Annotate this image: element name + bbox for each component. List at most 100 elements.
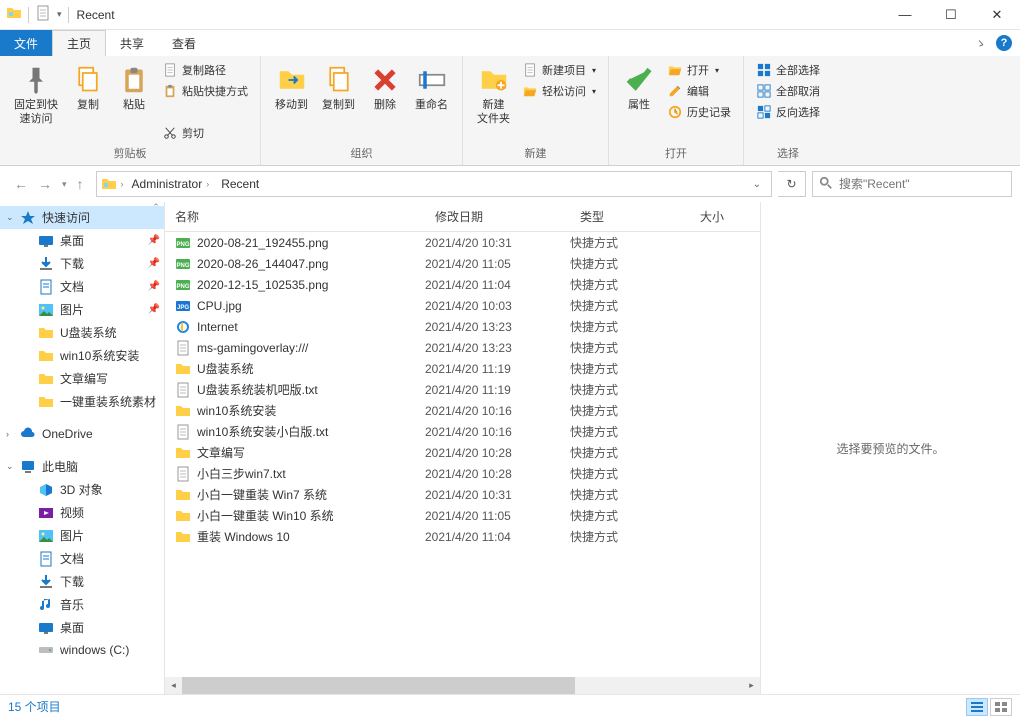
sidebar-item[interactable]: windows (C:) — [0, 639, 164, 661]
sidebar-item[interactable]: 桌面 — [0, 616, 164, 639]
open-button[interactable]: 打开▾ — [663, 60, 735, 80]
sidebar-this-pc[interactable]: ⌄ 此电脑 — [0, 455, 164, 478]
col-type[interactable]: 类型 — [570, 202, 690, 231]
sidebar-item[interactable]: 桌面📌 — [0, 229, 164, 252]
tab-share[interactable]: 共享 — [106, 30, 158, 56]
sidebar-item[interactable]: 文章编写 — [0, 367, 164, 390]
file-row[interactable]: 小白一键重装 Win7 系统2021/4/20 10:31快捷方式 — [165, 484, 760, 505]
file-row[interactable]: win10系统安装2021/4/20 10:16快捷方式 — [165, 400, 760, 421]
refresh-button[interactable]: ↻ — [778, 171, 806, 197]
folder-icon — [38, 371, 54, 387]
scroll-left-button[interactable]: ◂ — [165, 677, 182, 694]
delete-button[interactable]: 删除 — [363, 60, 407, 116]
file-row[interactable]: 文章编写2021/4/20 10:28快捷方式 — [165, 442, 760, 463]
paste-button[interactable]: 粘贴 — [112, 60, 156, 116]
edit-button[interactable]: 编辑 — [663, 81, 735, 101]
tab-view[interactable]: 查看 — [158, 30, 210, 56]
ribbon-tabs: 文件 主页 共享 查看 ゝ ? — [0, 30, 1020, 56]
col-date[interactable]: 修改日期 — [425, 202, 570, 231]
cut-button[interactable]: 剪切 — [158, 123, 252, 143]
select-none-button[interactable]: 全部取消 — [752, 81, 824, 101]
sidebar-item[interactable]: 下载 — [0, 570, 164, 593]
col-name[interactable]: 名称 — [165, 202, 425, 231]
invert-selection-button[interactable]: 反向选择 — [752, 102, 824, 122]
view-thumbnails-button[interactable] — [990, 698, 1012, 716]
sidebar-item[interactable]: 下载📌 — [0, 252, 164, 275]
addr-history-dropdown[interactable]: ⌄ — [747, 179, 767, 190]
copyto-button[interactable]: 复制到 — [316, 60, 361, 116]
minimize-button[interactable]: ― — [882, 0, 928, 30]
file-row[interactable]: 2020-08-26_144047.png2021/4/20 11:05快捷方式 — [165, 253, 760, 274]
sidebar-item[interactable]: 图片📌 — [0, 298, 164, 321]
sidebar-item[interactable]: 图片 — [0, 524, 164, 547]
help-icon[interactable]: ? — [996, 35, 1012, 51]
column-headers[interactable]: 名称 修改日期 类型 大小 — [165, 202, 760, 232]
sidebar-onedrive[interactable]: › OneDrive — [0, 423, 164, 445]
scroll-right-button[interactable]: ▸ — [743, 677, 760, 694]
file-row[interactable]: U盘装系统2021/4/20 11:19快捷方式 — [165, 358, 760, 379]
sidebar-item[interactable]: 一键重装系统素材 — [0, 390, 164, 413]
nav-up-button[interactable]: ↑ — [77, 176, 84, 192]
maximize-button[interactable]: ☐ — [928, 0, 974, 30]
file-row[interactable]: 小白一键重装 Win10 系统2021/4/20 11:05快捷方式 — [165, 505, 760, 526]
sidebar-item[interactable]: 音乐 — [0, 593, 164, 616]
breadcrumb-0[interactable]: Administrator› — [128, 177, 214, 191]
new-item-button[interactable]: 新建项目▾ — [518, 60, 600, 80]
rename-button[interactable]: 重命名 — [409, 60, 454, 116]
properties-button[interactable]: 属性 — [617, 60, 661, 116]
ribbon: 固定到快 速访问 复制 粘贴 复制路径 粘贴快捷方式 剪切 剪贴板 移动到 复制… — [0, 56, 1020, 166]
moveto-button[interactable]: 移动到 — [269, 60, 314, 116]
breadcrumb-1[interactable]: Recent — [217, 177, 263, 191]
view-details-button[interactable] — [966, 698, 988, 716]
nav-forward-button[interactable]: → — [38, 176, 52, 192]
ribbon-collapse-icon[interactable]: ゝ — [975, 35, 986, 51]
sidebar[interactable]: ⌃ ⌄ 快速访问 桌面📌下载📌文档📌图片📌 U盘装系统win10系统安装文章编写… — [0, 202, 165, 694]
tab-home[interactable]: 主页 — [52, 30, 106, 56]
file-row[interactable]: 小白三步win7.txt2021/4/20 10:28快捷方式 — [165, 463, 760, 484]
scroll-thumb[interactable] — [182, 677, 575, 694]
sidebar-item[interactable]: 文档📌 — [0, 275, 164, 298]
qat-doc-icon[interactable] — [35, 5, 51, 24]
file-row[interactable]: Internet2021/4/20 13:23快捷方式 — [165, 316, 760, 337]
nav-recent-dropdown[interactable]: ▾ — [62, 179, 67, 190]
file-row[interactable]: win10系统安装小白版.txt2021/4/20 10:16快捷方式 — [165, 421, 760, 442]
pin-icon: 📌 — [148, 281, 160, 292]
tab-file[interactable]: 文件 — [0, 30, 52, 56]
sidebar-item[interactable]: 文档 — [0, 547, 164, 570]
sidebar-item[interactable]: U盘装系统 — [0, 321, 164, 344]
sidebar-item[interactable]: 视频 — [0, 501, 164, 524]
nav-back-button[interactable]: ← — [14, 176, 28, 192]
pin-quickaccess-button[interactable]: 固定到快 速访问 — [8, 60, 64, 131]
folder-icon — [175, 403, 191, 419]
qat-dropdown-icon[interactable]: ▾ — [57, 9, 62, 20]
history-button[interactable]: 历史记录 — [663, 102, 735, 122]
easy-access-button[interactable]: 轻松访问▾ — [518, 81, 600, 101]
caret-icon: ⌄ — [6, 461, 14, 472]
file-row[interactable]: U盘装系统装机吧版.txt2021/4/20 11:19快捷方式 — [165, 379, 760, 400]
select-all-button[interactable]: 全部选择 — [752, 60, 824, 80]
copy-button[interactable]: 复制 — [66, 60, 110, 116]
file-row[interactable]: ms-gamingoverlay:///2021/4/20 13:23快捷方式 — [165, 337, 760, 358]
sidebar-quick-access[interactable]: ⌄ 快速访问 — [0, 206, 164, 229]
new-folder-button[interactable]: 新建 文件夹 — [471, 60, 516, 131]
file-list[interactable]: 2020-08-21_192455.png2021/4/20 10:31快捷方式… — [165, 232, 760, 677]
open-icon — [667, 62, 683, 78]
horizontal-scrollbar[interactable]: ◂ ▸ — [165, 677, 760, 694]
selnone-icon — [756, 83, 772, 99]
copy-path-button[interactable]: 复制路径 — [158, 60, 252, 80]
search-box[interactable] — [812, 171, 1012, 197]
document-icon — [38, 551, 54, 567]
file-row[interactable]: 2020-08-21_192455.png2021/4/20 10:31快捷方式 — [165, 232, 760, 253]
sidebar-item[interactable]: 3D 对象 — [0, 478, 164, 501]
close-button[interactable]: ✕ — [974, 0, 1020, 30]
file-row[interactable]: 重装 Windows 102021/4/20 11:04快捷方式 — [165, 526, 760, 547]
paste-shortcut-button[interactable]: 粘贴快捷方式 — [158, 81, 252, 101]
ribbon-group-open: 属性 打开▾ 编辑 历史记录 打开 — [609, 56, 744, 165]
file-row[interactable]: CPU.jpg2021/4/20 10:03快捷方式 — [165, 295, 760, 316]
file-row[interactable]: 2020-12-15_102535.png2021/4/20 11:04快捷方式 — [165, 274, 760, 295]
sidebar-item[interactable]: win10系统安装 — [0, 344, 164, 367]
png-icon — [175, 235, 191, 251]
col-size[interactable]: 大小 — [690, 202, 760, 231]
address-bar[interactable]: › Administrator› Recent ⌄ — [96, 171, 772, 197]
search-input[interactable] — [839, 177, 1005, 191]
